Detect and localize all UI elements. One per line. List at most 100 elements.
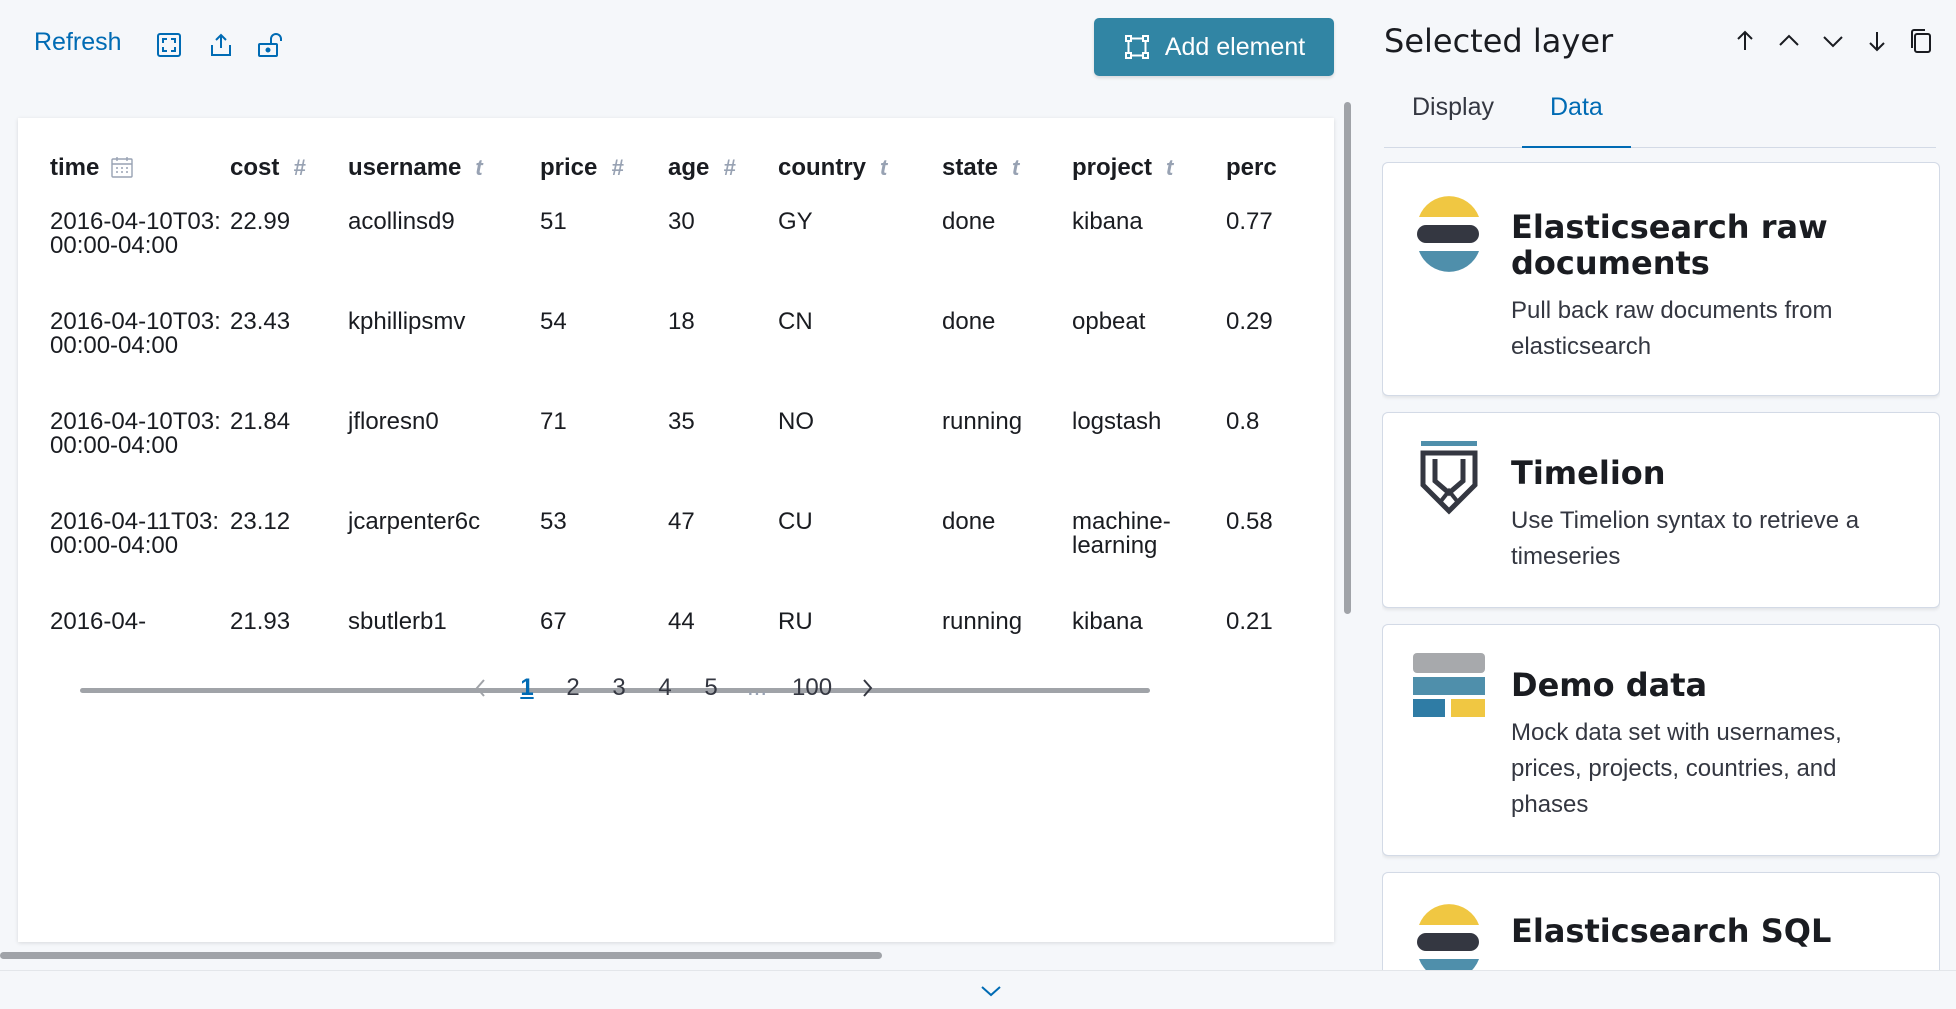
table-cell-time: 2016-04-10T03:00:00-04:00 — [50, 408, 221, 459]
tab-display[interactable]: Display — [1384, 82, 1522, 148]
bring-to-front-button[interactable] — [1730, 26, 1760, 56]
timelion-logo-icon — [1420, 441, 1478, 515]
table-cell-country: NO — [778, 408, 814, 435]
column-header-age[interactable]: age # — [668, 154, 778, 210]
table-cell-perc: 0.58 — [1226, 508, 1273, 535]
workpad-toolbar: Refresh Add element — [0, 0, 1364, 90]
table-cell-time: 2016-04-10T03:00:00-04:00 — [50, 208, 221, 259]
table-header-row: time cost # username t price # age # cou… — [50, 154, 1296, 210]
column-label: age — [668, 154, 710, 181]
table-cell-state: done — [942, 308, 996, 335]
page-button-last[interactable]: 100 — [792, 674, 832, 702]
card-title: Timelion — [1511, 454, 1666, 492]
bring-forward-button[interactable] — [1774, 26, 1804, 56]
number-type-icon: # — [293, 155, 306, 180]
elasticsearch-logo-icon — [1417, 904, 1479, 970]
table-cell-cost: 23.12 — [230, 508, 291, 535]
text-type-icon: t — [1012, 155, 1020, 180]
text-type-icon: t — [475, 155, 483, 180]
table-cell-username: jcarpenter6c — [348, 508, 481, 535]
card-title: Elasticsearch raw documents — [1511, 208, 1828, 282]
unlock-icon[interactable] — [254, 30, 284, 60]
column-header-perc[interactable]: perc — [1226, 154, 1296, 210]
card-description: Pull back raw documents from elasticsear… — [1511, 297, 1833, 360]
table-cell-age: 35 — [668, 408, 695, 435]
table-cell-perc: 0.77 — [1226, 208, 1273, 235]
element-frame-icon — [1124, 35, 1149, 59]
column-header-country[interactable]: country t — [778, 154, 942, 210]
send-to-back-button[interactable] — [1862, 26, 1892, 56]
table-cell-perc: 0.21 — [1226, 608, 1273, 635]
sidebar-tabs: Display Data — [1384, 82, 1936, 148]
datasource-list: Elasticsearch raw documents Pull back ra… — [1382, 162, 1940, 970]
table-cell-state: running — [942, 408, 1023, 435]
previous-page-button[interactable] — [470, 676, 492, 700]
workpad-vertical-scrollbar[interactable] — [1344, 102, 1351, 614]
table-cell-age: 18 — [668, 308, 695, 335]
column-header-username[interactable]: username t — [348, 154, 540, 210]
table-cell-country: CU — [778, 508, 813, 535]
clone-button[interactable] — [1906, 26, 1936, 56]
column-label: username — [348, 154, 462, 181]
table-cell-price: 51 — [540, 208, 567, 235]
chevron-up-icon — [1779, 34, 1799, 46]
send-backward-button[interactable] — [1818, 26, 1848, 56]
share-icon[interactable] — [206, 30, 236, 60]
table-row: 2016-04-11T03:00:00-04:00 23.12 jcarpenter… — [50, 510, 1296, 610]
datasource-card-es-raw[interactable]: Elasticsearch raw documents Pull back ra… — [1382, 162, 1940, 396]
expand-tray-button[interactable] — [978, 978, 1004, 1004]
text-type-icon: t — [1166, 155, 1174, 180]
page-button-2[interactable]: 2 — [562, 674, 584, 702]
card-description: Mock data set with usernames, prices, pr… — [1511, 719, 1842, 818]
page-button-1[interactable]: 1 — [516, 674, 538, 702]
column-header-project[interactable]: project t — [1072, 154, 1226, 210]
card-title: Demo data — [1511, 666, 1708, 704]
workpad-page: time cost # username t price # age # cou… — [18, 118, 1334, 942]
chevron-left-icon — [475, 679, 485, 697]
table-cell-perc: 0.8 — [1226, 408, 1260, 435]
column-header-time[interactable]: time — [50, 154, 230, 210]
add-element-button[interactable]: Add element — [1094, 18, 1334, 76]
column-header-state[interactable]: state t — [942, 154, 1072, 210]
table-cell-price: 54 — [540, 308, 567, 335]
table-cell-state: running — [942, 608, 1023, 635]
card-description: Use Timelion syntax to retrieve a timese… — [1511, 507, 1860, 570]
column-label: time — [50, 154, 100, 181]
page-button-3[interactable]: 3 — [608, 674, 630, 702]
arrow-up-icon — [1737, 30, 1753, 50]
layer-controls — [1730, 26, 1936, 56]
sidebar: Selected layer Display Data Elasticsearc… — [1364, 0, 1956, 970]
arrow-down-icon — [1869, 32, 1885, 52]
number-type-icon: # — [723, 155, 736, 180]
fullscreen-icon[interactable] — [154, 30, 184, 60]
table-cell-username: jfloresn0 — [348, 408, 439, 435]
datasource-card-timelion[interactable]: Timelion Use Timelion syntax to retrieve… — [1382, 412, 1940, 608]
copy-icon — [1911, 29, 1931, 53]
datasource-card-demo[interactable]: Demo data Mock data set with usernames, … — [1382, 624, 1940, 856]
refresh-button[interactable]: Refresh — [34, 28, 122, 57]
table-cell-country: GY — [778, 208, 813, 235]
table-pagination: 1 2 3 4 5 ... 100 — [458, 670, 890, 706]
demo-data-icon — [1413, 653, 1485, 717]
column-label: cost — [230, 154, 280, 181]
table-cell-username: acollinsd9 — [348, 208, 455, 235]
column-header-cost[interactable]: cost # — [230, 154, 348, 210]
column-header-price[interactable]: price # — [540, 154, 668, 210]
datasource-card-es-sql[interactable]: Elasticsearch SQL — [1382, 872, 1940, 970]
table-cell-project: logstash — [1072, 408, 1162, 435]
table-cell-price: 71 — [540, 408, 567, 435]
table-cell-cost: 21.84 — [230, 408, 291, 435]
table-cell-project: kibana — [1072, 608, 1143, 635]
page-button-4[interactable]: 4 — [654, 674, 676, 702]
table-cell-username: kphillipsmv — [348, 308, 466, 335]
page-button-5[interactable]: 5 — [700, 674, 722, 702]
table-cell-age: 30 — [668, 208, 695, 235]
card-title: Elasticsearch SQL — [1511, 912, 1832, 950]
table-cell-project: kibana — [1072, 208, 1143, 235]
tab-data[interactable]: Data — [1521, 82, 1631, 148]
table-cell-age: 47 — [668, 508, 695, 535]
next-page-button[interactable] — [856, 676, 878, 700]
chevron-down-icon — [981, 986, 1001, 997]
workpad-horizontal-scrollbar[interactable] — [0, 952, 882, 959]
table-cell-state: done — [942, 508, 996, 535]
